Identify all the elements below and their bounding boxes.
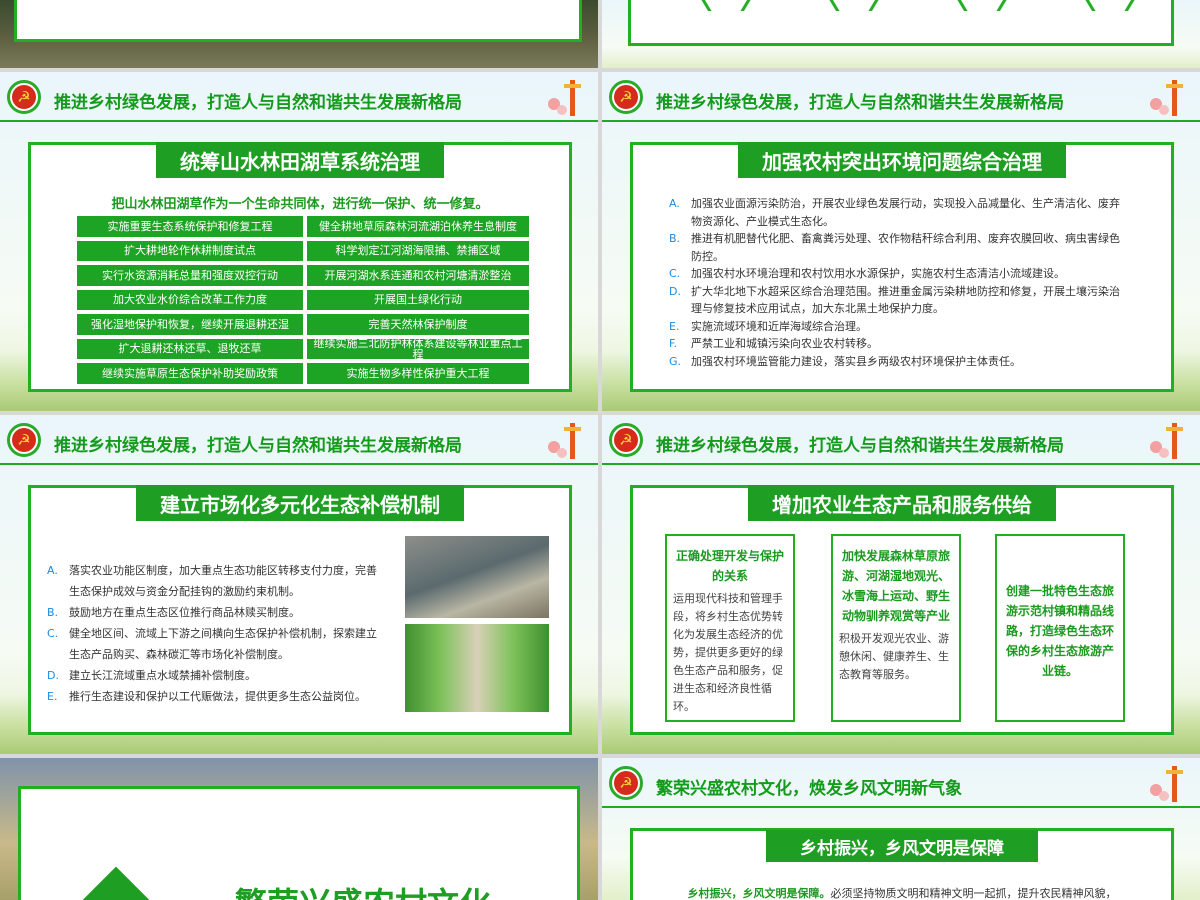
content-frame: 加强农村突出环境问题综合治理 A. 加强农业面源污染防治，开展农业绿色发展行动，实…: [630, 142, 1174, 392]
list-item: C. 健全地区间、流域上下游之间横向生态保护补偿机制，探索建立 生态产品购买、森林碳…: [47, 627, 377, 661]
slide-rural-culture[interactable]: ☭ 繁荣兴盛农村文化，焕发乡风文明新气象 乡村振兴，乡风文明是保障 乡村振兴，乡…: [602, 758, 1200, 900]
list-item: C. 加强农村水环境治理和农村饮用水水源保护，实施农村生态清洁小流域建设。: [669, 267, 1065, 280]
slide-culture-cover[interactable]: 繁荣兴盛农村文化: [0, 758, 598, 900]
supply-box: 正确处理开发与保护的关系 运用现代科技和管理手段，将乡村生态优势转化为发展生态经…: [665, 534, 795, 722]
huabiao-decoration-icon: [1150, 80, 1183, 116]
header-title: 推进乡村绿色发展，打造人与自然和谐共生发展新格局: [54, 436, 462, 455]
party-emblem-icon: ☭: [609, 766, 643, 800]
measure-cell: 继续实施三北防护林体系建设等林业重点工程: [307, 338, 529, 359]
measure-cell: 开展国土绿化行动: [307, 289, 529, 310]
slide-title: 乡村振兴，乡风文明是保障: [766, 830, 1038, 862]
header-divider: [0, 120, 598, 122]
slide-partial-top-right[interactable]: [602, 0, 1200, 68]
list-item: A. 加强农业面源污染防治，开展农业绿色发展行动，实现投入品减量化、生产清洁化、废…: [669, 197, 1120, 228]
measure-cell: 完善天然林保护制度: [307, 314, 529, 335]
huabiao-decoration-icon: [1150, 766, 1183, 802]
supply-box: 创建一批特色生态旅游示范村镇和精品线路，打造绿色生态环保的乡村生态旅游产业链。: [995, 534, 1125, 722]
party-emblem-icon: ☭: [609, 80, 643, 114]
fishing-photo: [405, 536, 549, 618]
measure-cell: 健全耕地草原森林河流湖泊休养生息制度: [307, 216, 529, 237]
measure-cell: 加大农业水价综合改革工作力度: [77, 289, 303, 310]
slide-subtitle: 把山水林田湖草作为一个生命共同体，进行统一保护、统一修复。: [111, 197, 489, 212]
slide-title: 增加农业生态产品和服务供给: [748, 485, 1056, 521]
slide-environment-governance[interactable]: ☭ 推进乡村绿色发展，打造人与自然和谐共生发展新格局 加强农村突出环境问题综合治…: [602, 72, 1200, 411]
slide-eco-products[interactable]: ☭ 推进乡村绿色发展，打造人与自然和谐共生发展新格局 增加农业生态产品和服务供给…: [602, 415, 1200, 754]
content-frame: 乡村振兴，乡风文明是保障 乡村振兴，乡风文明是保障。必须坚持物质文明和精神文明一…: [630, 828, 1174, 900]
list-item: G. 加强农村环境监管能力建设，落实县乡两级农村环境保护主体责任。: [669, 354, 1021, 368]
slide-title: 建立市场化多元化生态补偿机制: [136, 485, 464, 521]
slide-header: ☭ 推进乡村绿色发展，打造人与自然和谐共生发展新格局: [0, 72, 598, 122]
header-divider: [602, 120, 1200, 122]
huabiao-decoration-icon: [548, 423, 581, 459]
party-emblem-icon: ☭: [7, 80, 41, 114]
greenhouse-photo: [405, 624, 549, 712]
content-frame: [628, 0, 1174, 46]
list-item: D. 建立长江流域重点水域禁捕补偿制度。: [47, 669, 256, 682]
hexagon-row: [701, 0, 1135, 11]
diamond-decoration: [80, 866, 152, 900]
party-emblem-icon: ☭: [609, 423, 643, 457]
slide-partial-top-left[interactable]: [0, 0, 598, 68]
measure-cell: 实施生物多样性保护重大工程: [307, 363, 529, 384]
supply-box: 加快发展森林草原旅游、河湖湿地观光、冰雪海上运动、野生动物驯养观赏等产业 积极开…: [831, 534, 961, 722]
list-item: B. 鼓励地方在重点生态区位推行商品林赎买制度。: [47, 606, 300, 619]
content-frame: 增加农业生态产品和服务供给 正确处理开发与保护的关系 运用现代科技和管理手段，将…: [630, 485, 1174, 735]
header-title: 推进乡村绿色发展，打造人与自然和谐共生发展新格局: [656, 93, 1064, 112]
slide-header: ☭ 推进乡村绿色发展，打造人与自然和谐共生发展新格局: [602, 415, 1200, 465]
list-item: E. 实施流域环境和近岸海域综合治理。: [669, 319, 867, 333]
measure-cell: 继续实施草原生态保护补助奖励政策: [77, 363, 303, 384]
measure-cell: 开展河湖水系连通和农村河塘清淤整治: [307, 265, 529, 286]
cover-title: 繁荣兴盛农村文化: [235, 879, 491, 900]
slide-eco-compensation[interactable]: ☭ 推进乡村绿色发展，打造人与自然和谐共生发展新格局 建立市场化多元化生态补偿机…: [0, 415, 598, 754]
measure-cell: 实行水资源消耗总量和强度双控行动: [77, 265, 303, 286]
measure-cell: 强化湿地保护和恢复，继续开展退耕还湿: [77, 314, 303, 335]
list-item: B. 推进有机肥替代化肥、畜禽粪污处理、农作物秸秆综合利用、废弃农膜回收、病虫害绿…: [669, 232, 1120, 263]
compensation-list: A. 落实农业功能区制度，加大重点生态功能区转移支付力度，完善 生态保护成效与资金分…: [47, 560, 397, 707]
huabiao-decoration-icon: [548, 80, 581, 116]
measure-cell: 扩大耕地轮作休耕制度试点: [77, 240, 303, 261]
env-list: A. 加强农业面源污染防治，开展农业绿色发展行动，实现投入品减量化、生产清洁化、废…: [669, 195, 1169, 370]
party-emblem-icon: ☭: [7, 423, 41, 457]
measure-cell: 扩大退耕还林还草、退牧还草: [77, 338, 303, 359]
slide-header: ☭ 繁荣兴盛农村文化，焕发乡风文明新气象: [602, 758, 1200, 808]
culture-text: 乡村振兴，乡风文明是保障。必须坚持物质文明和精神文明一起抓，提升农民精神风貌，: [687, 887, 1117, 900]
header-title: 推进乡村绿色发展，打造人与自然和谐共生发展新格局: [656, 436, 1064, 455]
content-frame: 繁荣兴盛农村文化: [18, 786, 580, 900]
measure-grid: 实施重要生态系统保护和修复工程 健全耕地草原森林河流湖泊休养生息制度 扩大耕地轮…: [77, 216, 529, 384]
header-divider: [602, 806, 1200, 808]
header-title: 繁荣兴盛农村文化，焕发乡风文明新气象: [656, 779, 962, 798]
header-divider: [0, 463, 598, 465]
slide-header: ☭ 推进乡村绿色发展，打造人与自然和谐共生发展新格局: [0, 415, 598, 465]
content-frame: [14, 0, 582, 42]
header-title: 推进乡村绿色发展，打造人与自然和谐共生发展新格局: [54, 93, 462, 112]
slide-title: 加强农村突出环境问题综合治理: [738, 142, 1066, 178]
content-frame: 统筹山水林田湖草系统治理 把山水林田湖草作为一个生命共同体，进行统一保护、统一修…: [28, 142, 572, 392]
measure-cell: 科学划定江河湖海限捕、禁捕区域: [307, 240, 529, 261]
measure-cell: 实施重要生态系统保护和修复工程: [77, 216, 303, 237]
list-item: A. 落实农业功能区制度，加大重点生态功能区转移支付力度，完善 生态保护成效与资金分…: [47, 564, 377, 598]
slide-header: ☭ 推进乡村绿色发展，打造人与自然和谐共生发展新格局: [602, 72, 1200, 122]
huabiao-decoration-icon: [1150, 423, 1183, 459]
list-item: D. 扩大华北地下水超采区综合治理范围。推进重金属污染耕地防控和修复，开展土壤污染…: [669, 284, 1120, 316]
header-divider: [602, 463, 1200, 465]
content-frame: 建立市场化多元化生态补偿机制 A. 落实农业功能区制度，加大重点生态功能区转移支付…: [28, 485, 572, 735]
list-item: E. 推行生态建设和保护以工代赈做法，提供更多生态公益岗位。: [47, 690, 366, 703]
list-item: F. 严禁工业和城镇污染向农业农村转移。: [669, 337, 878, 350]
slide-title: 统筹山水林田湖草系统治理: [156, 142, 444, 178]
slide-mountain-governance[interactable]: ☭ 推进乡村绿色发展，打造人与自然和谐共生发展新格局 统筹山水林田湖草系统治理 …: [0, 72, 598, 411]
